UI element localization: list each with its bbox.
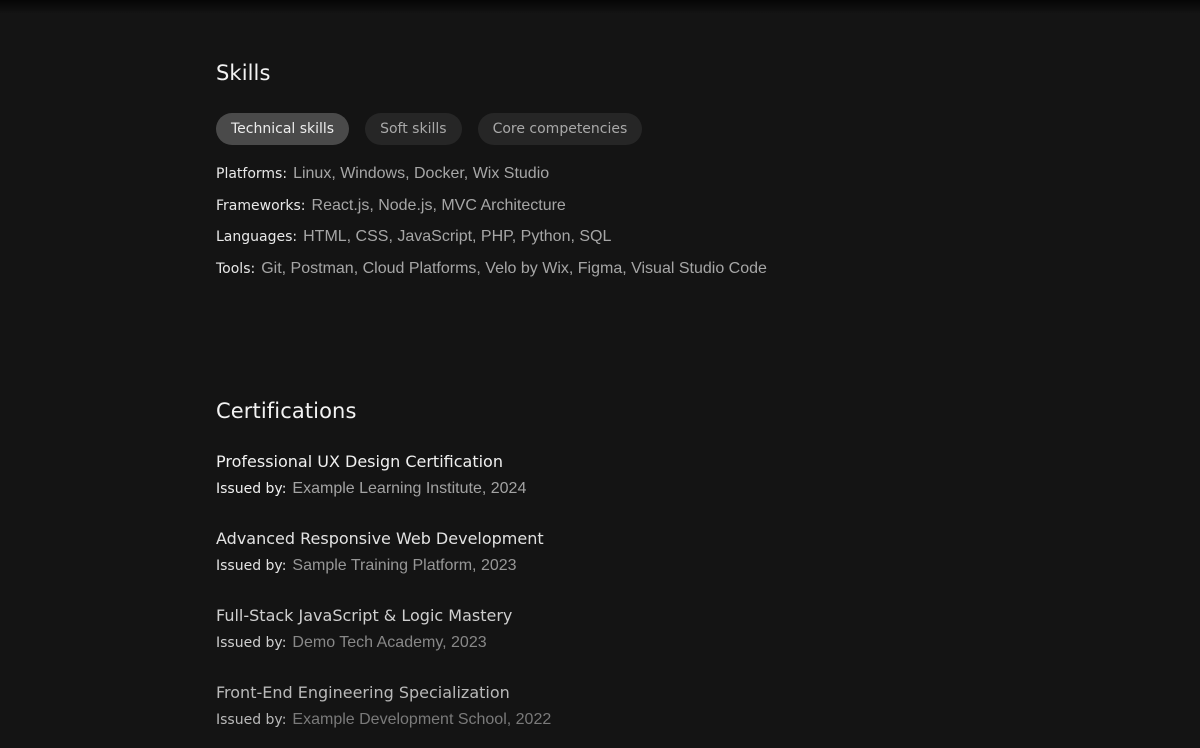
certification-issuer-line: Issued by: Sample Training Platform, 2023 [216, 556, 544, 576]
skills-heading: Skills [216, 61, 271, 85]
issued-by-label: Issued by: [216, 558, 287, 574]
issuer-value: Demo Tech Academy, 2023 [292, 634, 487, 651]
issued-by-label: Issued by: [216, 635, 287, 651]
skill-row-platforms: Platforms: Linux, Windows, Docker, Wix St… [216, 163, 767, 195]
certification-issuer-line: Issued by: Demo Tech Academy, 2023 [216, 633, 512, 653]
skill-value: HTML, CSS, JavaScript, PHP, Python, SQL [303, 228, 612, 245]
certification-item: Front-End Engineering Specialization Iss… [216, 682, 551, 730]
skill-label: Frameworks: [216, 197, 306, 214]
certification-title: Full-Stack JavaScript & Logic Mastery [216, 606, 513, 625]
skill-value: Linux, Windows, Docker, Wix Studio [293, 165, 550, 182]
skill-row-languages: Languages: HTML, CSS, JavaScript, PHP, Py… [216, 226, 767, 258]
skill-row-tools: Tools: Git, Postman, Cloud Platforms, Vel… [216, 258, 767, 290]
tab-technical-skills[interactable]: Technical skills [216, 113, 350, 145]
tab-core-competencies[interactable]: Core competencies [477, 113, 643, 145]
issued-by-label: Issued by: [216, 712, 287, 728]
skill-label: Languages: [216, 229, 298, 245]
skill-label: Platforms: [216, 166, 288, 182]
top-shadow [0, 0, 1200, 14]
certification-title: Advanced Responsive Web Development [216, 529, 544, 548]
issuer-value: Sample Training Platform, 2023 [292, 557, 517, 574]
certification-title: Professional UX Design Certification [216, 452, 503, 471]
skill-label: Tools: [216, 260, 256, 277]
certifications-heading: Certifications [216, 399, 357, 423]
issued-by-label: Issued by: [216, 481, 287, 497]
skills-tabs: Technical skills Soft skills Core compet… [216, 113, 643, 145]
certification-item: Professional UX Design Certification Iss… [216, 451, 526, 499]
certification-title: Front-End Engineering Specialization [216, 683, 510, 702]
issuer-value: Example Development School, 2022 [292, 711, 552, 728]
certification-issuer-line: Issued by: Example Learning Institute, 20… [216, 479, 526, 499]
skill-row-frameworks: Frameworks: React.js, Node.js, MVC Archit… [216, 195, 767, 227]
certification-item: Advanced Responsive Web Development Issu… [216, 528, 544, 576]
certification-item: Full-Stack JavaScript & Logic Mastery Is… [216, 605, 512, 653]
skill-value: React.js, Node.js, MVC Architecture [311, 196, 566, 214]
tab-soft-skills[interactable]: Soft skills [365, 113, 462, 145]
certification-issuer-line: Issued by: Example Development School, 20… [216, 710, 551, 730]
issuer-value: Example Learning Institute, 2024 [292, 480, 527, 497]
technical-skills-list: Platforms: Linux, Windows, Docker, Wix St… [216, 163, 767, 289]
skill-value: Git, Postman, Cloud Platforms, Velo by W… [261, 259, 767, 277]
